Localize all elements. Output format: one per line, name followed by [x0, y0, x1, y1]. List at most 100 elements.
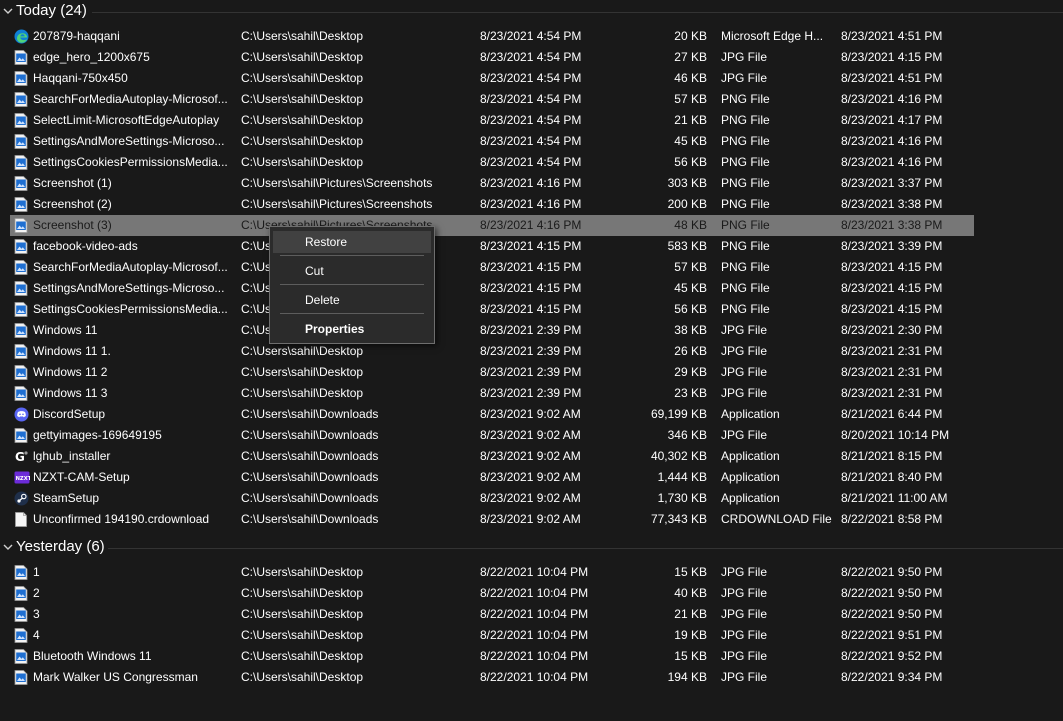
file-row[interactable]: 3 C:\Users\sahil\Desktop 8/22/2021 10:04 P…: [10, 604, 974, 625]
group-title: Yesterday (6): [16, 538, 105, 555]
image-file-icon: [14, 428, 28, 443]
file-name: 1: [33, 565, 40, 579]
date-modified: 8/23/2021 4:54 PM: [480, 71, 582, 85]
image-file-icon: [14, 344, 28, 359]
file-type: JPG File: [721, 565, 768, 579]
file-row[interactable]: SearchForMediaAutoplay-Microsof... C:\Us 8…: [10, 257, 974, 278]
file-row[interactable]: 4 C:\Users\sahil\Desktop 8/22/2021 10:04 P…: [10, 625, 974, 646]
file-size: 56 KB: [674, 155, 707, 169]
group-header[interactable]: Today (24): [0, 1, 1063, 23]
context-menu-properties[interactable]: Properties: [273, 318, 431, 340]
file-type: JPG File: [721, 386, 768, 400]
file-location: C:\Users\sahil\Desktop: [241, 92, 364, 106]
file-row[interactable]: SearchForMediaAutoplay-Microsof... C:\Use…: [10, 89, 974, 110]
file-location: C:\Users\sahil\Desktop: [241, 365, 364, 379]
context-menu-restore-label: Restore: [305, 235, 348, 249]
date-modified: 8/23/2021 9:02 AM: [480, 449, 581, 463]
file-name: SettingsCookiesPermissionsMedia...: [33, 302, 228, 316]
image-file-icon: [14, 134, 28, 149]
file-size: 48 KB: [674, 218, 707, 232]
file-row[interactable]: Bluetooth Windows 11 C:\Users\sahil\Deskt…: [10, 646, 974, 667]
file-row[interactable]: DiscordSetup C:\Users\sahil\Downloads 8/23…: [10, 404, 974, 425]
file-size: 21 KB: [674, 113, 707, 127]
file-location: C:\Users\sahil\Desktop: [241, 565, 364, 579]
svg-text:NZXT: NZXT: [16, 476, 30, 482]
context-menu-cut[interactable]: Cut: [273, 260, 431, 282]
file-row[interactable]: Windows 11 2 C:\Users\sahil\Desktop 8/23/2…: [10, 362, 974, 383]
date-created: 8/23/2021 4:15 PM: [841, 260, 943, 274]
file-row[interactable]: gettyimages-169649195 C:\Users\sahil\Down…: [10, 425, 974, 446]
file-location: C:\Users\sahil\Downloads: [241, 407, 379, 421]
context-menu-delete[interactable]: Delete: [273, 289, 431, 311]
file-row[interactable]: SettingsAndMoreSettings-Microso... C:\Us 8…: [10, 278, 974, 299]
file-type: PNG File: [721, 92, 770, 106]
file-row[interactable]: Windows 11 3 C:\Users\sahil\Desktop 8/23/2…: [10, 383, 974, 404]
image-file-icon: [14, 386, 28, 401]
file-row[interactable]: Unconfirmed 194190.crdownload C:\Users\sa…: [10, 509, 974, 530]
file-location: C:\Users\sahil\Desktop: [241, 386, 364, 400]
date-created: 8/22/2021 8:58 PM: [841, 512, 943, 526]
file-row[interactable]: Screenshot (3) C:\Users\sahil\Pictures\Sc…: [10, 215, 974, 236]
file-type: PNG File: [721, 218, 770, 232]
file-name: NZXT-CAM-Setup: [33, 470, 130, 484]
file-row[interactable]: 2 C:\Users\sahil\Desktop 8/22/2021 10:04 P…: [10, 583, 974, 604]
context-menu-properties-label: Properties: [305, 322, 365, 336]
file-type: Application: [721, 449, 780, 463]
file-row[interactable]: Haqqani-750x450 C:\Users\sahil\Desktop 8/2…: [10, 68, 974, 89]
edge-icon: [14, 29, 29, 44]
file-size: 27 KB: [674, 50, 707, 64]
file-row[interactable]: Windows 11 C:\Us 8/23/2021 2:39 PM 38 KB JPG…: [10, 320, 974, 341]
file-size: 45 KB: [674, 134, 707, 148]
file-size: 77,343 KB: [650, 512, 707, 526]
file-row[interactable]: 207879-haqqani C:\Users\sahil\Desktop 8/23…: [10, 26, 974, 47]
chevron-down-icon[interactable]: [2, 5, 14, 17]
file-type: PNG File: [721, 197, 770, 211]
file-name: SearchForMediaAutoplay-Microsof...: [33, 260, 228, 274]
file-size: 15 KB: [674, 565, 707, 579]
date-modified: 8/23/2021 9:02 AM: [480, 512, 581, 526]
file-type: JPG File: [721, 670, 768, 684]
svg-text:G: G: [15, 450, 25, 464]
file-row[interactable]: Screenshot (2) C:\Users\sahil\Pictures\Sc…: [10, 194, 974, 215]
nzxt-icon: NZXT: [14, 470, 32, 485]
file-type: JPG File: [721, 428, 768, 442]
group-header[interactable]: Yesterday (6): [0, 537, 1063, 559]
file-row[interactable]: SettingsCookiesPermissionsMedia... C:\Us 8…: [10, 299, 974, 320]
file-type: JPG File: [721, 649, 768, 663]
file-size: 19 KB: [674, 628, 707, 642]
date-created: 8/22/2021 9:50 PM: [841, 607, 943, 621]
file-location: C:\Users\sahil\Downloads: [241, 512, 379, 526]
file-size: 1,730 KB: [657, 491, 707, 505]
chevron-down-icon[interactable]: [2, 541, 14, 553]
date-created: 8/23/2021 3:37 PM: [841, 176, 943, 190]
file-row[interactable]: SettingsAndMoreSettings-Microso... C:\Use…: [10, 131, 974, 152]
file-size: 38 KB: [674, 323, 707, 337]
file-row[interactable]: Mark Walker US Congressman C:\Users\sahil…: [10, 667, 974, 688]
date-created: 8/22/2021 9:50 PM: [841, 565, 943, 579]
date-modified: 8/23/2021 4:54 PM: [480, 50, 582, 64]
file-type: JPG File: [721, 323, 768, 337]
file-row[interactable]: Windows 11 1. C:\Users\sahil\Desktop 8/23/…: [10, 341, 974, 362]
file-name: Windows 11 1.: [33, 344, 111, 358]
date-modified: 8/23/2021 4:16 PM: [480, 197, 582, 211]
file-type: JPG File: [721, 71, 768, 85]
file-row[interactable]: Glghub_installer C:\Users\sahil\Downloads…: [10, 446, 974, 467]
file-row[interactable]: NZXT NZXT-CAM-Setup C:\Users\sahil\Downloa…: [10, 467, 974, 488]
file-row[interactable]: SettingsCookiesPermissionsMedia... C:\Use…: [10, 152, 974, 173]
discord-icon: [14, 407, 29, 422]
file-row[interactable]: 1 C:\Users\sahil\Desktop 8/22/2021 10:04 P…: [10, 562, 974, 583]
date-modified: 8/23/2021 4:15 PM: [480, 260, 582, 274]
file-row[interactable]: Screenshot (1) C:\Users\sahil\Pictures\Sc…: [10, 173, 974, 194]
image-file-icon: [14, 302, 28, 317]
file-row[interactable]: SteamSetup C:\Users\sahil\Downloads 8/23/2…: [10, 488, 974, 509]
date-modified: 8/23/2021 2:39 PM: [480, 386, 582, 400]
context-menu-restore[interactable]: Restore: [273, 231, 431, 253]
file-row[interactable]: edge_hero_1200x675 C:\Users\sahil\Desktop…: [10, 47, 974, 68]
file-name: gettyimages-169649195: [33, 428, 162, 442]
file-row[interactable]: facebook-video-ads C:\Us 8/23/2021 4:15 PM…: [10, 236, 974, 257]
file-type: JPG File: [721, 344, 768, 358]
file-size: 21 KB: [674, 607, 707, 621]
file-row[interactable]: SelectLimit-MicrosoftEdgeAutoplay C:\User…: [10, 110, 974, 131]
group-divider: [108, 548, 1063, 549]
date-modified: 8/23/2021 4:16 PM: [480, 218, 582, 232]
